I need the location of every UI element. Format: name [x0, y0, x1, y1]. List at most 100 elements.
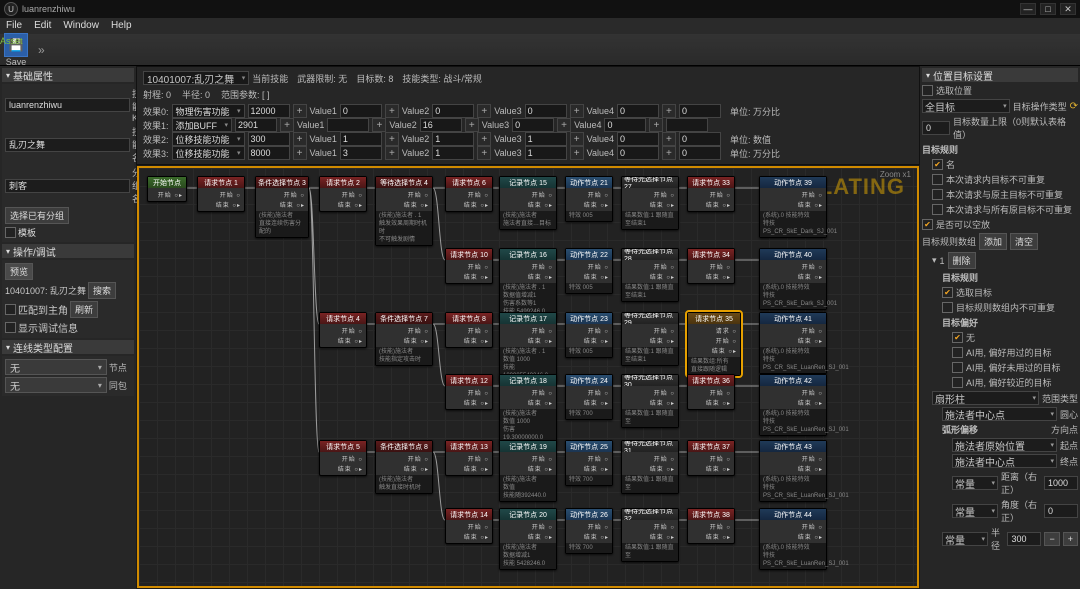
eff0-plus1[interactable]: + — [385, 104, 399, 118]
search-button[interactable]: 搜索 — [88, 282, 116, 299]
graph-node-n12[interactable]: 请求节点 10开始 ○结束 ○▸ — [445, 248, 493, 284]
const2-value[interactable] — [1044, 504, 1078, 518]
eff2-plus4[interactable]: + — [662, 132, 676, 146]
eff0-d3[interactable] — [617, 104, 659, 118]
graph-node-n23[interactable]: 等待完选择节点 29开始 ○结束 ○▸结果数值:1 跟随直至结束1 — [621, 312, 679, 366]
origin2-select[interactable]: 施法者原始位置 — [952, 438, 1057, 452]
eff1-d4[interactable] — [666, 118, 708, 132]
graph-node-n21[interactable]: 记录节点 17开始 ○结束 ○▸(技能)施法者 . 1数值 1000技能 109… — [499, 312, 557, 382]
add-button[interactable]: 添加 — [979, 233, 1007, 250]
eff1-plus0[interactable]: + — [280, 118, 294, 132]
graph-node-n13[interactable]: 记录节点 16开始 ○结束 ○▸(技能)施法者 . 1数据值增减1伤害系数等1技… — [499, 248, 557, 318]
nodup-req-chk[interactable] — [932, 174, 943, 185]
menu-window[interactable]: Window — [57, 18, 105, 34]
graph-node-n11[interactable]: 动作节点 39开始 ○结束 ○▸(系统).0 技能特效特技 PS_CR_SkE_… — [759, 176, 827, 238]
skill-key-input[interactable] — [5, 98, 130, 112]
debug-chk[interactable] — [5, 322, 16, 333]
eff2-d1[interactable] — [432, 132, 474, 146]
origin-select[interactable]: 施法者中心点 — [942, 407, 1057, 421]
pref-none-chk[interactable] — [952, 332, 963, 343]
graph-node-n35[interactable]: 记录节点 19开始 ○结束 ○▸(技能)施法者数值技能随392440.0 — [499, 440, 557, 502]
graph-node-n43[interactable]: 等待完选择节点 32开始 ○结束 ○▸结果数值:1 跟随直至 — [621, 508, 679, 562]
pref1-chk[interactable] — [952, 347, 963, 358]
graph-node-n15[interactable]: 等待完选择节点 28开始 ○结束 ○▸结果数值:1 跟随直至结束1 — [621, 248, 679, 302]
graph-node-n1[interactable]: 开始节点开始 ○▸ — [147, 176, 187, 202]
eff2-plus2[interactable]: + — [477, 132, 491, 146]
radius-minus[interactable]: − — [1044, 532, 1059, 546]
graph-node-n26[interactable]: 请求节点 12开始 ○结束 ○▸ — [445, 374, 493, 410]
right-title[interactable]: 位置目标设置 — [922, 68, 1078, 82]
eff1-plus1[interactable]: + — [372, 118, 386, 132]
graph-node-n14[interactable]: 动作节点 22开始 ○结束 ○▸特效 005 — [565, 248, 613, 294]
match-main-chk[interactable] — [5, 304, 16, 315]
group-tag[interactable]: 选择已有分组 — [5, 207, 69, 224]
nodup-arr-chk[interactable] — [942, 302, 953, 313]
target-count-input[interactable] — [922, 121, 950, 135]
graph-node-n33[interactable]: 条件选择节点 8开始 ○结束 ○▸(技能)施法者触发直接时机时 — [375, 440, 433, 494]
eff0-d4[interactable] — [679, 104, 721, 118]
graph-node-n9[interactable]: 等待完选择节点 27开始 ○结束 ○▸结果数值:1 跟随直至结束1 — [621, 176, 679, 230]
eff1-plus2[interactable]: + — [465, 118, 479, 132]
eff3-n0[interactable] — [248, 146, 290, 160]
eff3-type[interactable]: 位移技能功能 — [172, 146, 245, 160]
graph-node-n10[interactable]: 请求节点 33开始 ○结束 ○▸ — [687, 176, 735, 212]
eff0-n1[interactable] — [340, 104, 382, 118]
eff1-n0[interactable] — [235, 118, 277, 132]
graph-node-n40[interactable]: 请求节点 14开始 ○结束 ○▸ — [445, 508, 493, 544]
graph-node-n20[interactable]: 请求节点 8开始 ○结束 ○▸ — [445, 312, 493, 348]
eff1-d3[interactable] — [604, 118, 646, 132]
graph-node-n39[interactable]: 动作节点 43开始 ○结束 ○▸(系统).0 技能特效特技 PS_CR_SkE_… — [759, 440, 827, 502]
graph-node-n45[interactable]: 动作节点 44开始 ○结束 ○▸(系统).0 技能特效特技 PS_CR_SkE_… — [759, 508, 827, 570]
pref3-chk[interactable] — [952, 377, 963, 388]
reset-icon[interactable]: ⟳ — [1070, 101, 1078, 112]
picktarget-chk[interactable] — [942, 287, 953, 298]
clear-button[interactable]: 清空 — [1010, 233, 1038, 250]
eff2-plus3[interactable]: + — [570, 132, 584, 146]
graph-node-n19[interactable]: 条件选择节点 7开始 ○结束 ○▸(技能)施法者技能指定攻击时 — [375, 312, 433, 366]
target-select[interactable]: 全目标 — [922, 99, 1010, 113]
eff2-plus1[interactable]: + — [385, 132, 399, 146]
radius-select[interactable]: 常量 — [942, 532, 988, 546]
graph-node-n24[interactable]: 请求节点 35请求 ○开始 ○结束 ○▸结果数组:所有直接跟随逻辑 — [687, 312, 741, 376]
eff3-d2[interactable] — [525, 146, 567, 160]
eff0-d1[interactable] — [432, 104, 474, 118]
eff2-n1[interactable] — [340, 132, 382, 146]
graph-node-n41[interactable]: 记录节点 20开始 ○结束 ○▸(技能)施法者数据增减1技能 5428246.0 — [499, 508, 557, 570]
nodup-all-chk[interactable] — [932, 204, 943, 215]
menu-edit[interactable]: Edit — [28, 18, 57, 34]
eff3-d1[interactable] — [432, 146, 474, 160]
delete-button[interactable]: 删除 — [948, 252, 976, 269]
eff2-n0[interactable] — [248, 132, 290, 146]
eff0-type[interactable]: 物理伤害功能 — [172, 104, 245, 118]
graph-node-n36[interactable]: 动作节点 25开始 ○结束 ○▸特效 700 — [565, 440, 613, 486]
eff0-plus4[interactable]: + — [662, 104, 676, 118]
forward-icon[interactable]: » — [38, 43, 45, 57]
eff1-plus4[interactable]: + — [649, 118, 663, 132]
graph-node-n30[interactable]: 请求节点 36开始 ○结束 ○▸ — [687, 374, 735, 410]
graph-node-n16[interactable]: 请求节点 34开始 ○结束 ○▸ — [687, 248, 735, 284]
eff1-plus3[interactable]: + — [557, 118, 571, 132]
menu-help[interactable]: Help — [105, 18, 138, 34]
eff0-d2[interactable] — [525, 104, 567, 118]
minimize-button[interactable]: — — [1020, 3, 1036, 15]
eff1-d1[interactable] — [420, 118, 462, 132]
pref2-chk[interactable] — [952, 362, 963, 373]
eff3-plus0[interactable]: + — [293, 146, 307, 160]
eff2-d2[interactable] — [525, 132, 567, 146]
graph-node-n34[interactable]: 请求节点 13开始 ○结束 ○▸ — [445, 440, 493, 476]
shape-select[interactable]: 扇形柱 — [932, 391, 1039, 405]
left-section2-header[interactable]: 操作/调试 — [2, 244, 134, 258]
eff1-n1[interactable] — [327, 118, 369, 132]
left-section1-header[interactable]: 基础属性 — [2, 68, 134, 82]
group-name-input[interactable] — [5, 179, 130, 193]
graph-node-n18[interactable]: 请求节点 4开始 ○结束 ○▸ — [319, 312, 367, 348]
eff2-d3[interactable] — [617, 132, 659, 146]
graph-node-n27[interactable]: 记录节点 18开始 ○结束 ○▸(技能)施法者数值 1000伤害 19.3000… — [499, 374, 557, 444]
wiretype-dd1[interactable]: 无 — [5, 359, 107, 375]
const1-value[interactable] — [1044, 476, 1078, 490]
wiretype-dd2[interactable]: 无 — [5, 377, 107, 393]
preview-button[interactable]: 预览 — [5, 263, 33, 280]
template-checkbox[interactable] — [5, 227, 16, 238]
graph-node-n32[interactable]: 请求节点 5开始 ○结束 ○▸ — [319, 440, 367, 476]
refresh-button[interactable]: 刷新 — [70, 301, 98, 318]
